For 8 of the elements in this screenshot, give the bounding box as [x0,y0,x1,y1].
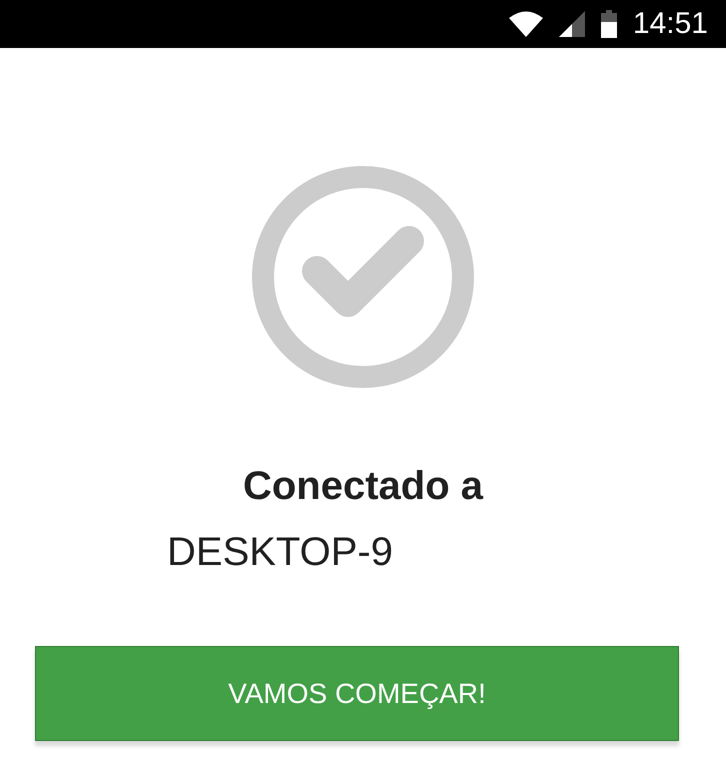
clock-time: 14:51 [632,9,708,39]
battery-icon [600,10,617,38]
wifi-icon [508,11,543,37]
signal-icon [558,11,585,37]
device-name: DESKTOP-9 [167,530,393,574]
connection-title: Conectado a [242,463,484,510]
checkmark-icon [252,166,474,388]
start-button[interactable]: VAMOS COMEÇAR! [35,646,679,741]
